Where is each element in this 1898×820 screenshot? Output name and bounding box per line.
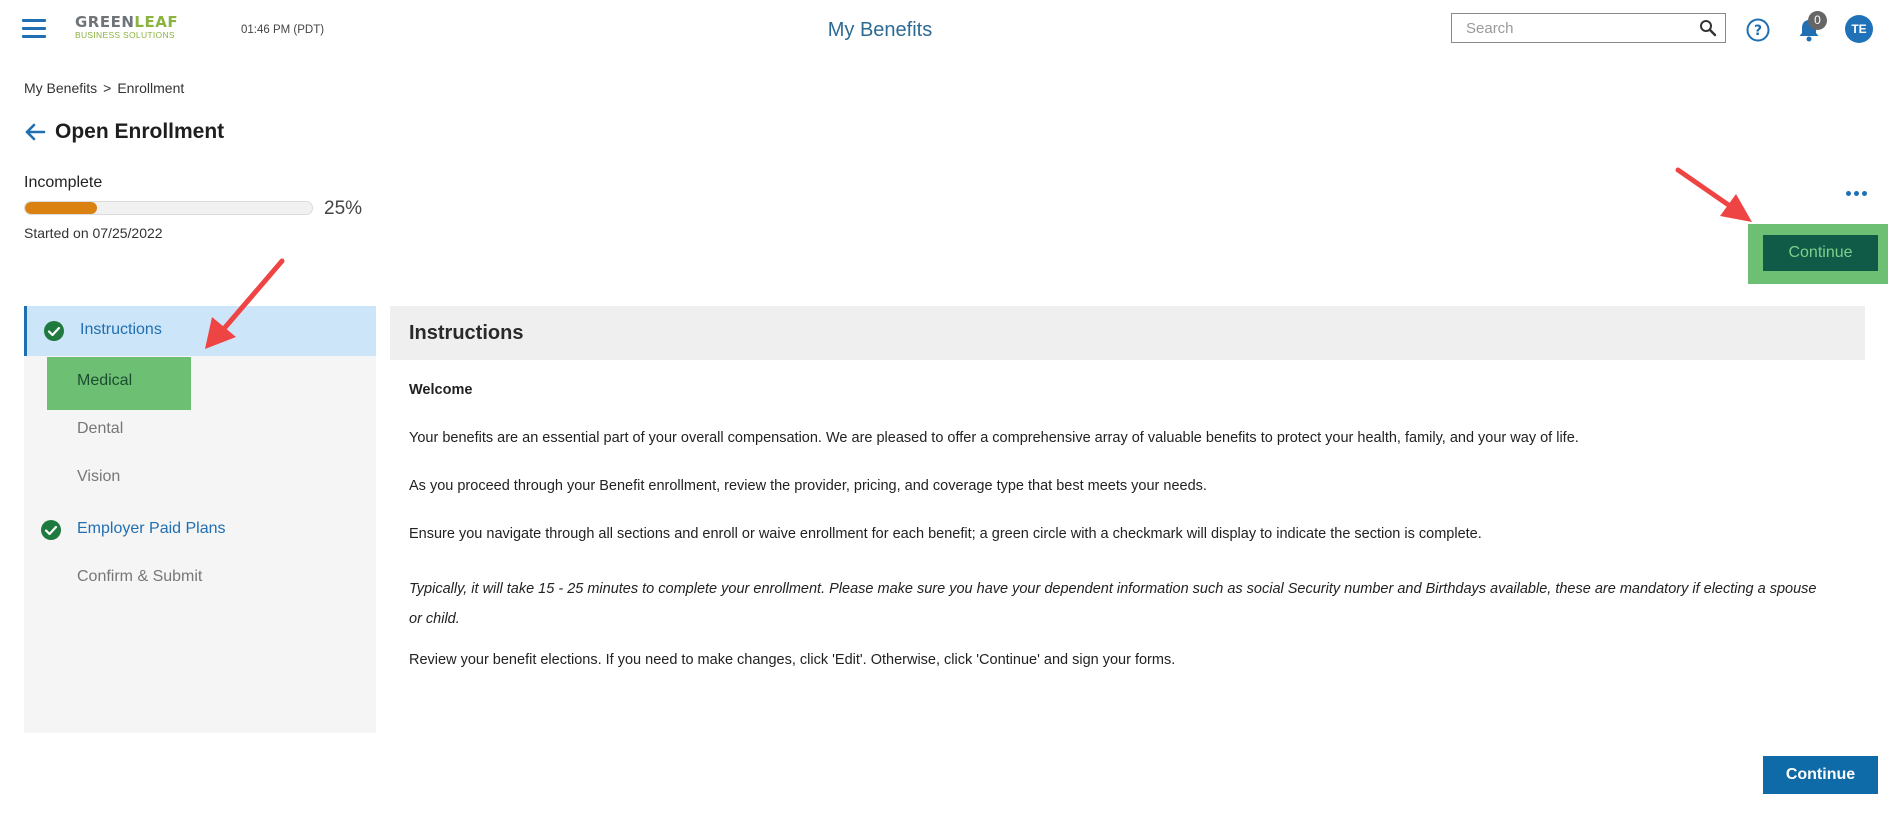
sidebar-item-dental[interactable]: Dental <box>24 405 376 455</box>
breadcrumb-my-benefits[interactable]: My Benefits <box>24 80 97 96</box>
progress-bar <box>24 201 313 215</box>
sidebar-item-label: Employer Paid Plans <box>77 520 226 537</box>
breadcrumb: My Benefits > Enrollment <box>24 80 184 96</box>
status-label: Incomplete <box>24 174 103 191</box>
sidebar-item-label: Medical <box>77 372 133 389</box>
breadcrumb-separator: > <box>103 80 112 96</box>
sidebar-item-medical[interactable]: Medical <box>24 357 376 407</box>
sidebar-item-label: Dental <box>77 420 124 437</box>
avatar[interactable]: TE <box>1845 15 1873 43</box>
paragraph-5: Review your benefit elections. If you ne… <box>409 652 1176 668</box>
paragraph-3: Ensure you navigate through all sections… <box>409 526 1482 542</box>
top-bar: GREENLEAF BUSINESS SOLUTIONS 01:46 PM (P… <box>0 0 1898 58</box>
section-nav: Instructions Medical Dental Vision Emplo… <box>24 306 376 733</box>
paragraph-2: As you proceed through your Benefit enro… <box>409 478 1207 494</box>
sidebar-item-employer-paid-plans[interactable]: Employer Paid Plans <box>24 505 376 555</box>
search-icon[interactable] <box>1699 19 1717 37</box>
paragraph-4: Typically, it will take 15 - 25 minutes … <box>409 581 1817 627</box>
sidebar-item-label: Confirm & Submit <box>77 568 203 585</box>
back-arrow-icon[interactable] <box>24 121 46 143</box>
search-box <box>1451 13 1726 43</box>
search-input[interactable] <box>1466 15 1702 41</box>
page-title: Open Enrollment <box>55 120 225 143</box>
sidebar-item-label: Instructions <box>80 321 162 338</box>
more-icon[interactable] <box>1846 183 1872 196</box>
breadcrumb-enrollment: Enrollment <box>117 80 185 96</box>
sidebar-item-label: Vision <box>77 468 121 485</box>
section-heading: Instructions <box>409 322 524 344</box>
check-circle-icon <box>41 520 61 540</box>
continue-button-top[interactable]: Continue <box>1763 235 1878 271</box>
welcome-heading: Welcome <box>409 382 473 398</box>
content-header: Instructions <box>390 306 1865 360</box>
sidebar-item-instructions[interactable]: Instructions <box>24 306 376 356</box>
progress-percent: 25% <box>324 198 363 219</box>
sidebar-item-vision[interactable]: Vision <box>24 453 376 503</box>
svg-text:?: ? <box>1754 23 1762 39</box>
annotation-arrow-right <box>1675 167 1752 222</box>
help-icon[interactable]: ? <box>1745 17 1771 43</box>
sidebar-item-confirm-submit[interactable]: Confirm & Submit <box>24 553 376 603</box>
started-date: Started on 07/25/2022 <box>24 225 163 241</box>
notification-badge: 0 <box>1808 11 1827 30</box>
paragraph-1: Your benefits are an essential part of y… <box>409 430 1579 446</box>
continue-button-bottom[interactable]: Continue <box>1763 756 1878 794</box>
check-circle-icon <box>44 321 64 341</box>
progress-fill <box>25 202 97 214</box>
